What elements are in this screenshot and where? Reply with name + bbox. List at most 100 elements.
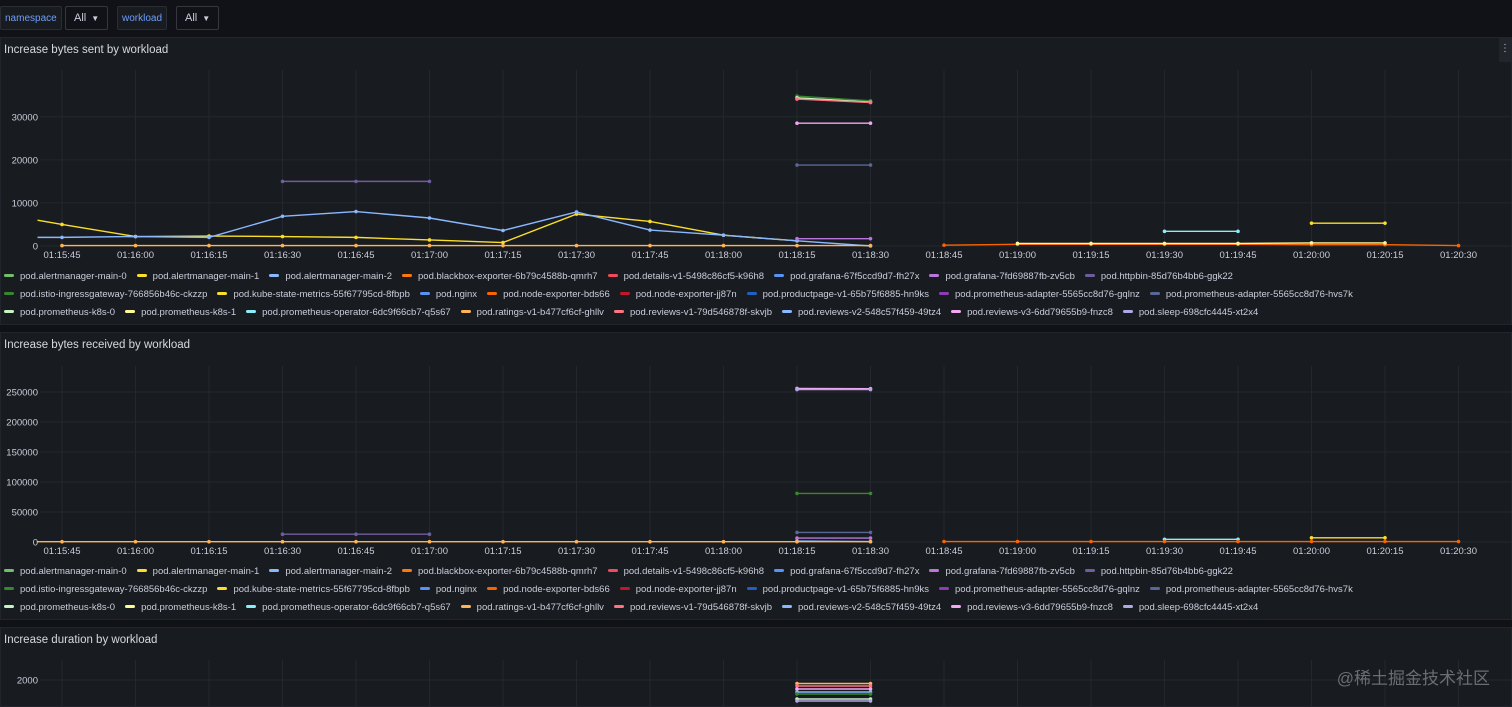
- data-point: [795, 692, 799, 696]
- legend-item[interactable]: pod.prometheus-operator-6dc9f66cb7-q5s67: [246, 306, 451, 320]
- legend-label: pod.kube-state-metrics-55f67795cd-8fbpb: [233, 584, 410, 595]
- legend-item[interactable]: pod.httpbin-85d76b4bb6-ggk22: [1084, 565, 1233, 579]
- x-tick-label: 01:19:30: [1146, 546, 1183, 557]
- legend-item[interactable]: pod.productpage-v1-65b75f6885-hn9ks: [746, 288, 930, 302]
- data-point: [427, 532, 432, 536]
- legend-swatch: [246, 604, 257, 608]
- legend-item[interactable]: pod.grafana-67f5ccd9d7-fh27x: [774, 565, 919, 579]
- legend-item[interactable]: pod.nginx: [419, 583, 477, 597]
- legend-item[interactable]: pod.sleep-698cfc4445-xt2x4: [1122, 306, 1258, 320]
- y-tick-label: 50000: [12, 508, 38, 519]
- panel-title[interactable]: Increase duration by workload: [4, 634, 157, 646]
- legend-swatch: [782, 309, 792, 313]
- data-point: [1236, 539, 1240, 544]
- legend-item[interactable]: pod.sleep-698cfc4445-xt2x4: [1122, 601, 1259, 615]
- x-tick-label: 01:17:45: [632, 250, 669, 261]
- legend-item[interactable]: pod.prometheus-k8s-1: [125, 601, 236, 615]
- legend-item[interactable]: pod.details-v1-5498c86cf5-k96h8: [607, 565, 764, 579]
- data-point: [427, 216, 432, 220]
- legend-item[interactable]: pod.prometheus-adapter-5565cc8d76-gqlnz: [939, 288, 1140, 302]
- x-tick-label: 01:18:30: [852, 250, 889, 261]
- legend-item[interactable]: pod.blackbox-exporter-6b79c4588b-qmrh7: [402, 270, 598, 284]
- data-point: [280, 539, 285, 544]
- legend-label: pod.alertmanager-main-1: [152, 566, 260, 577]
- legend-label: pod.productpage-v1-65b75f6885-hn9ks: [762, 289, 930, 300]
- legend-item[interactable]: pod.ratings-v1-b477cf6cf-ghllv: [460, 601, 604, 615]
- legend-label: pod.alertmanager-main-1: [152, 271, 260, 282]
- panel-menu-icon[interactable]: ⋮: [1499, 38, 1511, 62]
- legend-swatch: [939, 291, 950, 295]
- legend-swatch: [929, 273, 940, 277]
- legend-swatch: [607, 568, 618, 572]
- legend-item[interactable]: pod.reviews-v3-6dd79655b9-fnzc8: [951, 601, 1113, 615]
- legend-swatch: [774, 568, 785, 572]
- legend-swatch: [1149, 586, 1160, 590]
- data-point: [501, 228, 505, 233]
- data-point: [60, 243, 64, 248]
- legend-item[interactable]: pod.grafana-7fd69887fb-zv5cb: [929, 565, 1075, 579]
- legend-item[interactable]: pod.blackbox-exporter-6b79c4588b-qmrh7: [402, 565, 598, 579]
- legend-item[interactable]: pod.node-exporter-bds66: [487, 583, 610, 597]
- legend-item[interactable]: pod.alertmanager-main-2: [269, 565, 392, 579]
- legend-item[interactable]: pod.prometheus-k8s-1: [125, 306, 236, 320]
- legend-item[interactable]: pod.kube-state-metrics-55f67795cd-8fbpb: [217, 583, 410, 597]
- data-point: [1456, 243, 1461, 248]
- legend-item[interactable]: pod.details-v1-5498c86cf5-k96h8: [607, 270, 764, 284]
- legend-label: pod.sleep-698cfc4445-xt2x4: [1138, 602, 1259, 613]
- data-point: [1383, 539, 1387, 544]
- legend-item[interactable]: pod.reviews-v2-548c57f459-49tz4: [782, 306, 941, 320]
- legend-item[interactable]: pod.prometheus-adapter-5565cc8d76-hvs7k: [1149, 583, 1353, 597]
- legend-item[interactable]: pod.prometheus-adapter-5565cc8d76-hvs7k: [1149, 288, 1353, 302]
- legend-item[interactable]: pod.node-exporter-bds66: [487, 288, 610, 302]
- legend-item[interactable]: pod.reviews-v1-79d546878f-skvjb: [613, 601, 772, 615]
- legend-row: pod.istio-ingressgateway-766856b46c-ckzz…: [4, 284, 1363, 300]
- legend-item[interactable]: pod.httpbin-85d76b4bb6-ggk22: [1084, 270, 1233, 284]
- legend-item[interactable]: pod.grafana-7fd69887fb-zv5cb: [929, 270, 1075, 284]
- legend-item[interactable]: pod.kube-state-metrics-55f67795cd-8fbpb: [217, 288, 410, 302]
- legend-item[interactable]: pod.istio-ingressgateway-766856b46c-ckzz…: [4, 288, 207, 302]
- legend-item[interactable]: pod.alertmanager-main-1: [136, 270, 260, 284]
- legend-label: pod.ratings-v1-b477cf6cf-ghllv: [476, 307, 604, 318]
- panel-title[interactable]: Increase bytes sent by workload: [4, 44, 168, 56]
- legend-item[interactable]: pod.grafana-67f5ccd9d7-fh27x: [774, 270, 919, 284]
- legend-label: pod.prometheus-operator-6dc9f66cb7-q5s67: [262, 602, 451, 613]
- x-tick-label: 01:16:15: [191, 250, 228, 261]
- legend-item[interactable]: pod.node-exporter-jj87n: [619, 583, 737, 597]
- workload-select[interactable]: All ▼: [176, 6, 220, 30]
- legend-item[interactable]: pod.nginx: [419, 288, 477, 302]
- legend-item[interactable]: pod.reviews-v3-6dd79655b9-fnzc8: [951, 306, 1113, 320]
- legend-swatch: [1122, 604, 1133, 608]
- legend-item[interactable]: pod.prometheus-operator-6dc9f66cb7-q5s67: [246, 601, 451, 615]
- data-point: [868, 491, 873, 496]
- x-tick-label: 01:18:30: [852, 546, 889, 557]
- legend-item[interactable]: pod.prometheus-k8s-0: [4, 601, 115, 615]
- legend-item[interactable]: pod.istio-ingressgateway-766856b46c-ckzz…: [4, 583, 207, 597]
- y-tick-label: 200000: [6, 418, 38, 429]
- legend-item[interactable]: pod.alertmanager-main-0: [4, 565, 127, 579]
- x-tick-label: 01:18:00: [705, 546, 742, 557]
- duration-chart[interactable]: 2000: [0, 660, 1512, 707]
- legend-item[interactable]: pod.alertmanager-main-1: [136, 565, 260, 579]
- bytes-received-chart[interactable]: 01:15:45 01:16:00 01:16:15 01:16:30 01:16:45…: [0, 366, 1512, 558]
- legend-item[interactable]: pod.reviews-v2-548c57f459-49tz4: [782, 601, 941, 615]
- legend-item[interactable]: pod.alertmanager-main-2: [269, 270, 392, 284]
- legend-item[interactable]: pod.prometheus-k8s-0: [4, 306, 115, 320]
- bytes-sent-chart[interactable]: 01:15:45 01:16:00 01:16:15 01:16:30 01:16:45…: [0, 70, 1512, 262]
- data-point: [648, 243, 652, 248]
- legend-item[interactable]: pod.productpage-v1-65b75f6885-hn9ks: [746, 583, 929, 597]
- legend-item[interactable]: pod.node-exporter-jj87n: [619, 288, 737, 302]
- legend-item[interactable]: pod.prometheus-adapter-5565cc8d76-gqlnz: [939, 583, 1140, 597]
- namespace-select[interactable]: All ▼: [65, 6, 109, 30]
- chevron-down-icon: ▼: [91, 14, 100, 23]
- x-tick-label: 01:17:00: [411, 546, 448, 557]
- legend-swatch: [217, 291, 228, 295]
- legend-item[interactable]: pod.reviews-v1-79d546878f-skvjb: [613, 306, 772, 320]
- data-point: [1236, 241, 1240, 246]
- legend-item[interactable]: pod.ratings-v1-b477cf6cf-ghllv: [460, 306, 604, 320]
- y-tick-label: 2000: [17, 676, 38, 687]
- legend-swatch: [782, 604, 792, 608]
- legend-swatch: [402, 568, 413, 572]
- data-point: [354, 209, 358, 214]
- legend-item[interactable]: pod.alertmanager-main-0: [4, 270, 127, 284]
- panel-title[interactable]: Increase bytes received by workload: [4, 339, 190, 351]
